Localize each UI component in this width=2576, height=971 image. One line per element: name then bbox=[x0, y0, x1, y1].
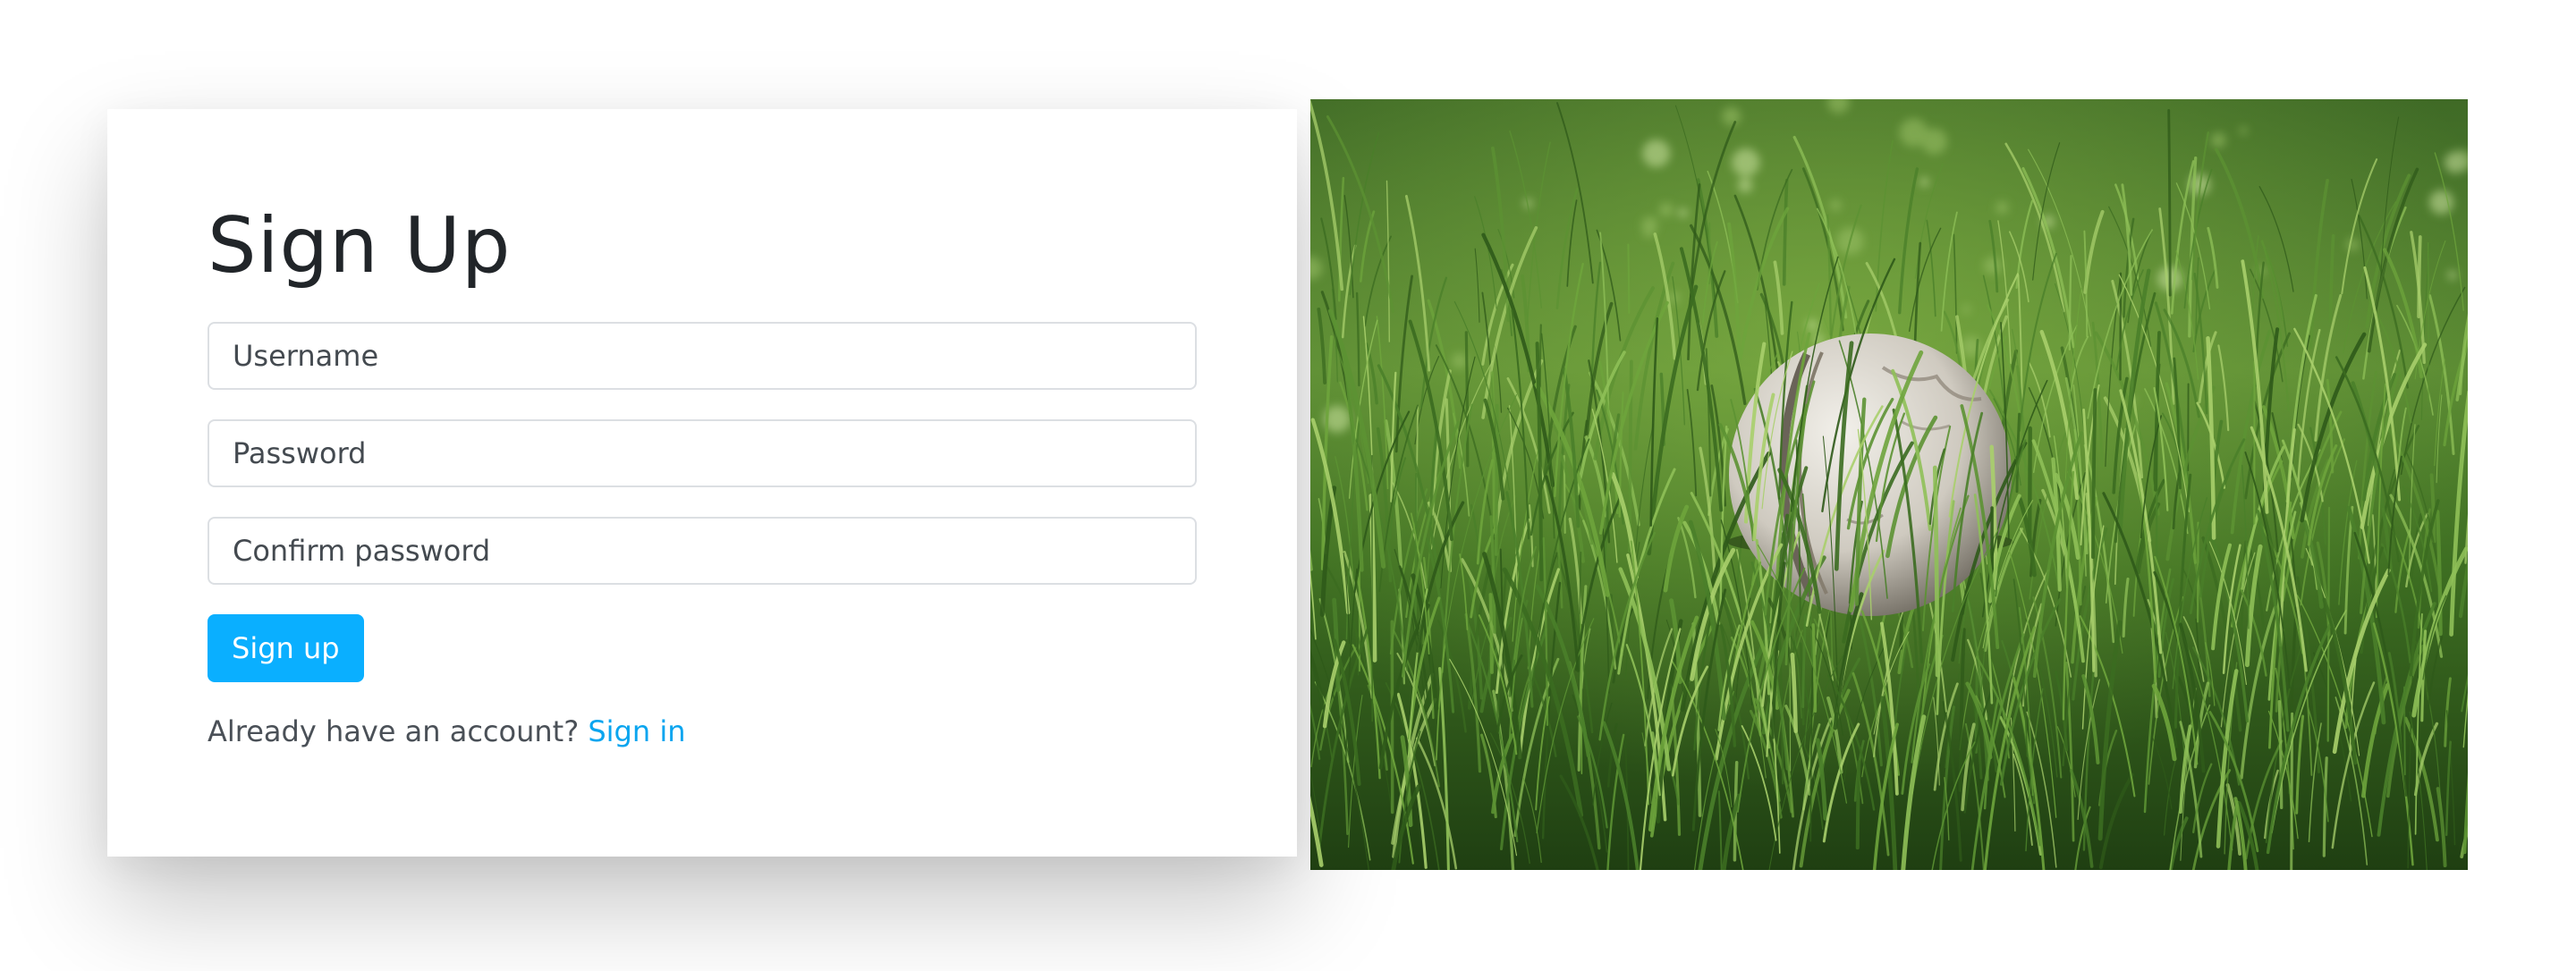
username-input[interactable] bbox=[208, 322, 1197, 390]
hero-image bbox=[1310, 99, 2468, 870]
sign-in-link[interactable]: Sign in bbox=[588, 714, 685, 748]
grass-ball-photo bbox=[1310, 99, 2468, 870]
signin-prompt-text: Already have an account? bbox=[208, 714, 580, 748]
confirm-password-input[interactable] bbox=[208, 517, 1197, 585]
signup-form-container: Sign Up Sign up Already have an account?… bbox=[208, 207, 1197, 748]
signup-form: Sign up bbox=[208, 322, 1197, 682]
password-input[interactable] bbox=[208, 419, 1197, 487]
signup-card: Sign Up Sign up Already have an account?… bbox=[107, 109, 1297, 857]
signin-prompt-line: Already have an account? Sign in bbox=[208, 714, 1197, 748]
page-title: Sign Up bbox=[208, 201, 512, 291]
sign-up-button[interactable]: Sign up bbox=[208, 614, 364, 682]
page: Sign Up Sign up Already have an account?… bbox=[0, 0, 2576, 971]
